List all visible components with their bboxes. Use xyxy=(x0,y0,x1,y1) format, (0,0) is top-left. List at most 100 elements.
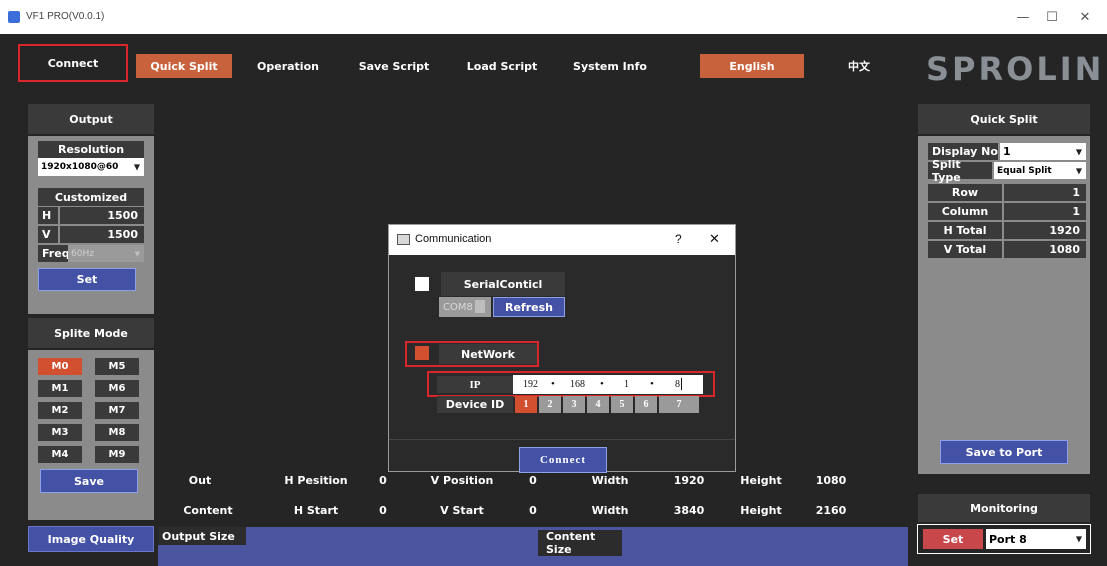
mode-m2-button[interactable]: M2 xyxy=(38,402,82,419)
column-value[interactable]: 1 xyxy=(1004,203,1086,220)
communication-dialog: Communication ? ✕ SerialConticl COM8 Ref… xyxy=(388,224,736,473)
v-label: V xyxy=(38,226,58,243)
v-total-label: V Total xyxy=(928,241,1002,258)
ip-dot-3: • xyxy=(650,378,654,390)
h-start-value[interactable]: 0 xyxy=(370,498,396,522)
content-size-label: Content Size xyxy=(538,530,622,556)
serial-checkbox[interactable] xyxy=(415,277,429,291)
image-quality-button[interactable]: Image Quality xyxy=(28,526,154,552)
v-start-label: V Start xyxy=(440,503,484,517)
resolution-label: Resolution xyxy=(38,141,144,158)
output-size-label: Output Size xyxy=(158,527,246,545)
menu-system-info[interactable]: System Info xyxy=(560,54,660,78)
content-label: Content xyxy=(183,503,233,517)
mode-m6-button[interactable]: M6 xyxy=(95,380,139,397)
text-cursor xyxy=(681,378,682,390)
com-spinner xyxy=(475,300,485,313)
device-id-3[interactable]: 3 xyxy=(563,396,585,413)
display-no-value: 1 xyxy=(1003,145,1011,158)
mode-m9-button[interactable]: M9 xyxy=(95,446,139,463)
menu-load-script[interactable]: Load Script xyxy=(452,54,552,78)
chevron-down-icon: ▼ xyxy=(1075,147,1082,156)
output-set-button[interactable]: Set xyxy=(38,268,136,291)
menu-operation[interactable]: Operation xyxy=(240,54,336,78)
help-icon[interactable]: ? xyxy=(675,232,682,246)
save-to-port-button[interactable]: Save to Port xyxy=(940,440,1068,464)
network-label: NetWork xyxy=(439,344,537,364)
freq-select: 60Hz ▼ xyxy=(68,245,144,262)
mode-m3-button[interactable]: M3 xyxy=(38,424,82,441)
content-height-value[interactable]: 2160 xyxy=(806,498,856,522)
display-no-select[interactable]: 1 ▼ xyxy=(1000,143,1086,160)
ip-dot-2: • xyxy=(600,378,604,390)
content-width-label: Width xyxy=(591,503,629,517)
dialog-window-icon xyxy=(397,234,410,245)
menu-english[interactable]: English xyxy=(700,54,804,78)
ip-input[interactable]: 192 • 168 • 1 • 8 xyxy=(513,375,703,394)
menu-connect[interactable]: Connect xyxy=(18,44,128,82)
monitoring-header: Monitoring xyxy=(918,494,1090,522)
quick-split-header: Quick Split xyxy=(918,104,1090,134)
h-position-label: H Pesition xyxy=(284,473,348,487)
ip-dot-1: • xyxy=(551,378,555,390)
port-value: Port 8 xyxy=(989,532,1027,546)
freq-label: Freq xyxy=(38,245,70,262)
output-header: Output xyxy=(28,104,154,134)
device-id-1[interactable]: 1 xyxy=(515,396,537,413)
v-total-value: 1080 xyxy=(1004,241,1086,258)
splite-save-button[interactable]: Save xyxy=(40,469,138,493)
chevron-down-icon: ▼ xyxy=(134,249,140,258)
network-checkbox[interactable] xyxy=(415,346,429,360)
minimize-icon[interactable]: — xyxy=(1011,8,1035,26)
h-start-label: H Start xyxy=(293,503,339,517)
ip-octet-3: 1 xyxy=(624,379,629,390)
brand-logo: SPROLINK® xyxy=(926,50,1107,88)
dialog-connect-button[interactable]: Connect xyxy=(519,447,607,473)
port-select[interactable]: Port 8 ▼ xyxy=(986,529,1086,549)
mode-m4-button[interactable]: M4 xyxy=(38,446,82,463)
mode-m5-button[interactable]: M5 xyxy=(95,358,139,375)
splite-mode-header: Splite Mode xyxy=(28,318,154,348)
device-id-6[interactable]: 6 xyxy=(635,396,657,413)
menu-quick-split[interactable]: Quick Split xyxy=(136,54,232,78)
split-type-select[interactable]: Equal Split ▼ xyxy=(994,162,1086,179)
chevron-down-icon: ▼ xyxy=(133,162,140,172)
com-value: COM8 xyxy=(443,301,473,313)
close-icon[interactable]: ✕ xyxy=(1073,8,1097,26)
menu-chinese[interactable]: 中文 xyxy=(812,54,906,78)
dialog-title-bar: Communication ? ✕ xyxy=(389,225,735,255)
h-label: H xyxy=(38,207,58,224)
mode-m8-button[interactable]: M8 xyxy=(95,424,139,441)
device-id-5[interactable]: 5 xyxy=(611,396,633,413)
monitoring-set-button[interactable]: Set xyxy=(923,529,983,549)
content-height-label: Height xyxy=(740,503,782,517)
device-id-4[interactable]: 4 xyxy=(587,396,609,413)
v-start-value[interactable]: 0 xyxy=(520,498,546,522)
refresh-button[interactable]: Refresh xyxy=(493,297,565,317)
out-height-value[interactable]: 1080 xyxy=(806,468,856,492)
chevron-down-icon: ▼ xyxy=(1075,534,1082,544)
mode-m7-button[interactable]: M7 xyxy=(95,402,139,419)
dialog-close-icon[interactable]: ✕ xyxy=(709,231,720,247)
maximize-icon[interactable]: ☐ xyxy=(1040,8,1064,26)
menu-save-script[interactable]: Save Script xyxy=(344,54,444,78)
window-title: VF1 PRO(V0.0.1) xyxy=(26,11,105,22)
ip-octet-2: 168 xyxy=(570,379,585,390)
freq-value: 60Hz xyxy=(71,248,94,259)
v-input[interactable]: 1500 xyxy=(60,226,144,243)
out-label: Out xyxy=(188,473,212,487)
device-id-2[interactable]: 2 xyxy=(539,396,561,413)
row-value[interactable]: 1 xyxy=(1004,184,1086,201)
resolution-select[interactable]: 1920x1080@60 ▼ xyxy=(38,158,144,176)
app-icon xyxy=(8,11,20,23)
serial-label: SerialConticl xyxy=(441,272,565,296)
h-total-label: H Total xyxy=(928,222,1002,239)
content-width-value[interactable]: 3840 xyxy=(664,498,714,522)
h-input[interactable]: 1500 xyxy=(60,207,144,224)
column-label: Column xyxy=(928,203,1002,220)
customized-label: Customized xyxy=(38,188,144,206)
ip-octet-1: 192 xyxy=(523,379,538,390)
mode-m1-button[interactable]: M1 xyxy=(38,380,82,397)
device-id-7[interactable]: 7 xyxy=(659,396,699,413)
mode-m0-button[interactable]: M0 xyxy=(38,358,82,375)
